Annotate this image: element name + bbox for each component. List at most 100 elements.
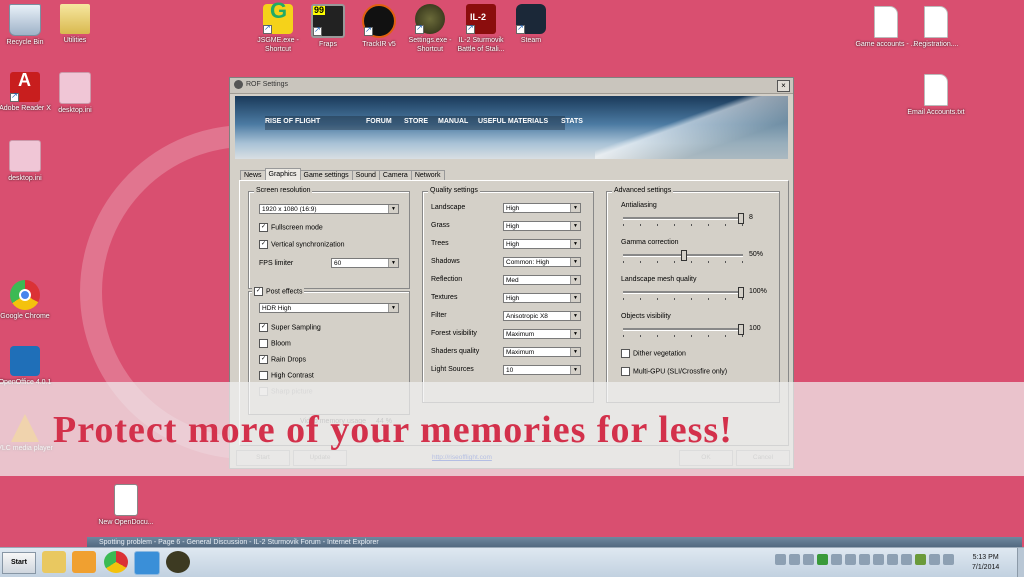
- desktop-icon-steam[interactable]: Steam: [499, 4, 563, 45]
- multi-gpu-checkbox[interactable]: Multi-GPU (SLI/Crossfire only): [621, 367, 727, 376]
- tray-icon[interactable]: [831, 554, 842, 565]
- checkbox-box[interactable]: [259, 371, 268, 380]
- quality-select[interactable]: Maximum ▼: [503, 329, 581, 339]
- tab-news[interactable]: News: [240, 170, 266, 180]
- post-effects-preset-select[interactable]: HDR High ▼: [259, 303, 399, 313]
- window-titlebar[interactable]: ROF Settings ×: [230, 78, 793, 94]
- chevron-down-icon[interactable]: ▼: [388, 205, 398, 213]
- chevron-down-icon[interactable]: ▼: [570, 348, 580, 356]
- tab-sound[interactable]: Sound: [351, 170, 380, 180]
- cancel-button[interactable]: Cancel: [736, 450, 790, 466]
- tray-icon[interactable]: [775, 554, 786, 565]
- slider-thumb[interactable]: [738, 213, 744, 224]
- super-sampling-checkbox[interactable]: ✓ Super Sampling: [259, 323, 321, 332]
- tab-graphics[interactable]: Graphics: [264, 168, 301, 180]
- desktop-icon-registration[interactable]: Registration....: [904, 6, 968, 49]
- checkbox-box[interactable]: ✓: [259, 323, 268, 332]
- quality-select[interactable]: Common: High ▼: [503, 257, 581, 267]
- quality-select[interactable]: High ▼: [503, 293, 581, 303]
- ok-button[interactable]: OK: [679, 450, 733, 466]
- slider-thumb[interactable]: [738, 324, 744, 335]
- show-desktop-button[interactable]: [1017, 548, 1024, 577]
- chevron-down-icon[interactable]: ▼: [388, 304, 398, 312]
- bloom-checkbox[interactable]: Bloom: [259, 339, 291, 348]
- chevron-down-icon[interactable]: ▼: [570, 240, 580, 248]
- checkbox-box[interactable]: ✓: [259, 223, 268, 232]
- chrome-icon[interactable]: [104, 551, 128, 573]
- quality-select[interactable]: Anisotropic X8 ▼: [503, 311, 581, 321]
- post-effects-checkbox[interactable]: ✓ Post effects: [252, 287, 305, 296]
- nav-stats[interactable]: STATS: [561, 118, 583, 125]
- quality-select[interactable]: Med ▼: [503, 275, 581, 285]
- slider-thumb[interactable]: [738, 287, 744, 298]
- quality-select[interactable]: 10 ▼: [503, 365, 581, 375]
- desktop-icon-email-accounts[interactable]: Email Accounts.txt: [904, 74, 968, 117]
- speaker-icon[interactable]: [943, 554, 954, 565]
- checkbox-box[interactable]: ✓: [254, 287, 263, 296]
- desktop-icon-openoffice[interactable]: OpenOffice 4.0.1: [0, 346, 57, 387]
- tab-game-settings[interactable]: Game settings: [299, 170, 353, 180]
- high-contrast-checkbox[interactable]: High Contrast: [259, 371, 314, 380]
- slider-thumb[interactable]: [680, 250, 687, 261]
- tab-network[interactable]: Network: [410, 170, 445, 180]
- quality-select[interactable]: Maximum ▼: [503, 347, 581, 357]
- tray-icon[interactable]: [817, 554, 828, 565]
- chevron-down-icon[interactable]: ▼: [570, 276, 580, 284]
- media-player-icon[interactable]: [72, 551, 96, 573]
- chevron-down-icon[interactable]: ▼: [570, 312, 580, 320]
- nav-store[interactable]: STORE: [404, 118, 428, 125]
- checkbox-box[interactable]: ✓: [259, 240, 268, 249]
- fps-limiter-select[interactable]: 60 ▼: [331, 258, 399, 268]
- slider[interactable]: [623, 213, 744, 227]
- riseofflight-link[interactable]: http://riseofflight.com: [432, 454, 492, 461]
- rain-drops-checkbox[interactable]: ✓ Rain Drops: [259, 355, 306, 364]
- chevron-down-icon[interactable]: ▼: [570, 330, 580, 338]
- vsync-checkbox[interactable]: ✓ Vertical synchronization: [259, 240, 345, 249]
- nav-forum[interactable]: FORUM: [366, 118, 392, 125]
- tray-icon[interactable]: [859, 554, 870, 565]
- tray-icon[interactable]: [845, 554, 856, 565]
- chevron-down-icon[interactable]: ▼: [388, 259, 398, 267]
- fullscreen-checkbox[interactable]: ✓ Fullscreen mode: [259, 223, 323, 232]
- slider[interactable]: [623, 287, 744, 301]
- slider[interactable]: [623, 250, 743, 264]
- nav-manual[interactable]: MANUAL: [438, 118, 468, 125]
- tray-icon[interactable]: [873, 554, 884, 565]
- chevron-down-icon[interactable]: ▼: [570, 204, 580, 212]
- internet-explorer-icon[interactable]: [134, 551, 160, 575]
- clock[interactable]: 5:13 PM 7/1/2014: [972, 553, 999, 573]
- checkbox-box[interactable]: [621, 367, 630, 376]
- tray-icon[interactable]: [887, 554, 898, 565]
- close-button[interactable]: ×: [777, 80, 790, 92]
- desktop-icon-google-chrome[interactable]: Google Chrome: [0, 280, 57, 321]
- quality-select[interactable]: High ▼: [503, 239, 581, 249]
- desktop-icon-desktop-ini[interactable]: desktop.ini: [43, 72, 107, 115]
- resolution-select[interactable]: 1920 x 1080 (16:9) ▼: [259, 204, 399, 214]
- desktop-icon-vlc[interactable]: VLC media player: [0, 414, 57, 453]
- start-menu-button[interactable]: Start: [2, 552, 36, 574]
- chevron-down-icon[interactable]: ▼: [570, 258, 580, 266]
- desktop-icon-utilities[interactable]: Utilities: [43, 4, 107, 45]
- start-button[interactable]: Start: [236, 450, 290, 466]
- quality-select[interactable]: High ▼: [503, 221, 581, 231]
- tray-icon[interactable]: [789, 554, 800, 565]
- tab-camera[interactable]: Camera: [378, 170, 412, 180]
- tray-icon[interactable]: [901, 554, 912, 565]
- nav-useful-materials[interactable]: USEFUL MATERIALS: [478, 118, 548, 125]
- quality-select[interactable]: High ▼: [503, 203, 581, 213]
- chevron-down-icon[interactable]: ▼: [570, 294, 580, 302]
- nav-rise-of-flight[interactable]: RISE OF FLIGHT: [265, 118, 320, 125]
- checkbox-box[interactable]: [621, 349, 630, 358]
- dither-vegetation-checkbox[interactable]: Dither vegetation: [621, 349, 686, 358]
- tray-icon[interactable]: [929, 554, 940, 565]
- checkbox-box[interactable]: [259, 339, 268, 348]
- rof-icon[interactable]: [166, 551, 190, 573]
- chevron-down-icon[interactable]: ▼: [570, 366, 580, 374]
- update-button[interactable]: Update: [293, 450, 347, 466]
- slider[interactable]: [623, 324, 744, 338]
- chevron-down-icon[interactable]: ▼: [570, 222, 580, 230]
- tray-icon[interactable]: [803, 554, 814, 565]
- checkbox-box[interactable]: ✓: [259, 355, 268, 364]
- explorer-icon[interactable]: [42, 551, 66, 573]
- desktop-icon-desktop-ini-2[interactable]: desktop.ini: [0, 140, 57, 183]
